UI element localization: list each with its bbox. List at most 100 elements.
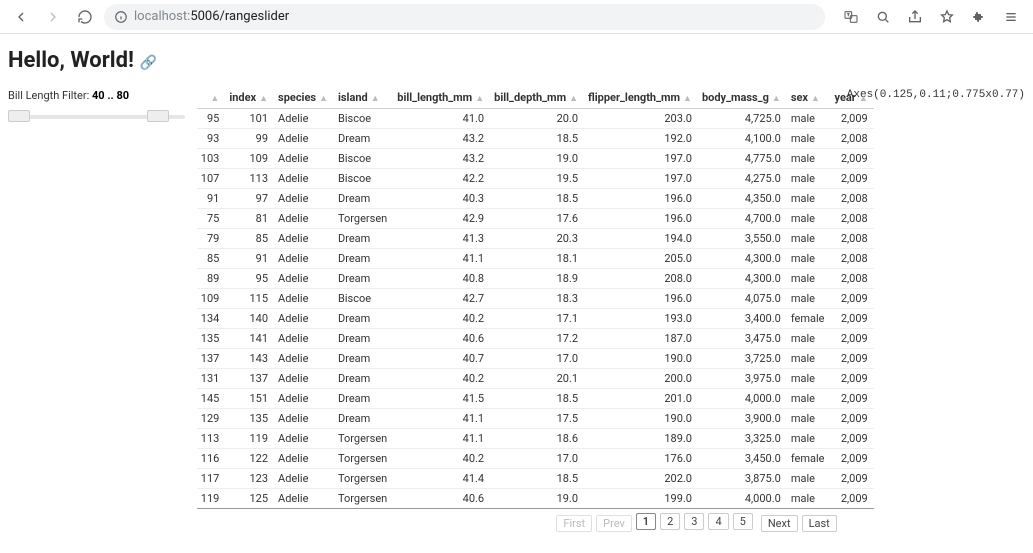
cell-rownum: 131 <box>197 369 226 389</box>
reload-button[interactable] <box>72 4 98 30</box>
cell-index: 113 <box>225 169 274 189</box>
pager-last[interactable]: Last <box>802 515 837 532</box>
column-header-rownum[interactable]: ▲ <box>197 87 226 109</box>
url-bar[interactable]: localhost:5006/rangeslider <box>104 4 825 30</box>
table-row[interactable]: 103109AdelieBiscoe43.219.0197.04,775.0ma… <box>197 149 874 169</box>
column-header-island[interactable]: island▲ <box>334 87 393 109</box>
cell-rownum: 93 <box>197 129 226 149</box>
cell-bill_depth_mm: 19.0 <box>490 149 584 169</box>
cell-bill_length_mm: 41.4 <box>393 469 490 489</box>
range-slider[interactable] <box>8 108 187 126</box>
pager-page-5[interactable]: 5 <box>733 513 753 530</box>
cell-species: Adelie <box>274 169 334 189</box>
table-row[interactable]: 145151AdelieDream41.518.5201.04,000.0mal… <box>197 389 874 409</box>
translate-icon[interactable] <box>837 4 865 30</box>
cell-year: 2,009 <box>830 389 873 409</box>
column-header-body_mass_g[interactable]: body_mass_g▲ <box>698 87 787 109</box>
table-row[interactable]: 135141AdelieDream40.617.2187.03,475.0mal… <box>197 329 874 349</box>
table-row[interactable]: 131137AdelieDream40.220.1200.03,975.0mal… <box>197 369 874 389</box>
cell-year: 2,009 <box>830 329 873 349</box>
cell-species: Adelie <box>274 309 334 329</box>
cell-species: Adelie <box>274 469 334 489</box>
table-row[interactable]: 113119AdelieTorgersen41.118.6189.03,325.… <box>197 429 874 449</box>
table-row[interactable]: 134140AdelieDream40.217.1193.03,400.0fem… <box>197 309 874 329</box>
range-slider-handle-low[interactable] <box>8 110 30 122</box>
pager-prev[interactable]: Prev <box>596 515 632 532</box>
column-header-flipper_length_mm[interactable]: flipper_length_mm▲ <box>584 87 698 109</box>
cell-bill_length_mm: 42.9 <box>393 209 490 229</box>
forward-button[interactable] <box>40 4 66 30</box>
pager-page-1[interactable]: 1 <box>636 513 656 530</box>
cell-bill_depth_mm: 20.3 <box>490 229 584 249</box>
zoom-icon[interactable] <box>869 4 897 30</box>
cell-species: Adelie <box>274 269 334 289</box>
column-header-species[interactable]: species▲ <box>274 87 334 109</box>
table-row[interactable]: 137143AdelieDream40.717.0190.03,725.0mal… <box>197 349 874 369</box>
cell-index: 137 <box>225 369 274 389</box>
pager-page-2[interactable]: 2 <box>660 513 680 530</box>
cell-index: 122 <box>225 449 274 469</box>
pager-next[interactable]: Next <box>761 515 798 532</box>
cell-bill_depth_mm: 18.5 <box>490 129 584 149</box>
pager-first[interactable]: First <box>556 515 592 532</box>
bookmark-star-icon[interactable] <box>933 4 961 30</box>
table-row[interactable]: 107113AdelieBiscoe42.219.5197.04,275.0ma… <box>197 169 874 189</box>
cell-flipper_length_mm: 201.0 <box>584 389 698 409</box>
table-row[interactable]: 116122AdelieTorgersen40.217.0176.03,450.… <box>197 449 874 469</box>
cell-bill_length_mm: 40.6 <box>393 329 490 349</box>
cell-body_mass_g: 3,475.0 <box>698 329 787 349</box>
column-header-bill_length_mm[interactable]: bill_length_mm▲ <box>393 87 490 109</box>
table-row[interactable]: 129135AdelieDream41.117.5190.03,900.0mal… <box>197 409 874 429</box>
cell-year: 2,009 <box>830 109 873 129</box>
table-row[interactable]: 117123AdelieTorgersen41.418.5202.03,875.… <box>197 469 874 489</box>
share-icon[interactable] <box>901 4 929 30</box>
cell-sex: male <box>787 209 831 229</box>
range-slider-handle-high[interactable] <box>147 110 169 122</box>
cell-year: 2,009 <box>830 489 873 509</box>
column-header-year[interactable]: year▲ <box>830 87 873 109</box>
extensions-icon[interactable] <box>965 4 993 30</box>
cell-body_mass_g: 3,325.0 <box>698 429 787 449</box>
cell-sex: male <box>787 229 831 249</box>
cell-sex: male <box>787 189 831 209</box>
menu-icon[interactable] <box>997 4 1025 30</box>
browser-toolbar: localhost:5006/rangeslider <box>0 0 1033 34</box>
table-row[interactable]: 8591AdelieDream41.118.1205.04,300.0male2… <box>197 249 874 269</box>
cell-year: 2,009 <box>830 469 873 489</box>
permalink-icon[interactable]: 🔗 <box>140 55 157 71</box>
cell-sex: male <box>787 329 831 349</box>
table-row[interactable]: 8995AdelieDream40.818.9208.04,300.0male2… <box>197 269 874 289</box>
cell-island: Dream <box>334 249 393 269</box>
column-header-sex[interactable]: sex▲ <box>787 87 831 109</box>
column-header-bill_depth_mm[interactable]: bill_depth_mm▲ <box>490 87 584 109</box>
cell-species: Adelie <box>274 349 334 369</box>
cell-bill_depth_mm: 18.1 <box>490 249 584 269</box>
cell-species: Adelie <box>274 409 334 429</box>
table-row[interactable]: 9399AdelieDream43.218.5192.04,100.0male2… <box>197 129 874 149</box>
cell-body_mass_g: 3,450.0 <box>698 449 787 469</box>
cell-year: 2,009 <box>830 169 873 189</box>
cell-species: Adelie <box>274 449 334 469</box>
cell-rownum: 137 <box>197 349 226 369</box>
cell-rownum: 113 <box>197 429 226 449</box>
pager-page-4[interactable]: 4 <box>708 513 728 530</box>
cell-year: 2,009 <box>830 309 873 329</box>
cell-flipper_length_mm: 187.0 <box>584 329 698 349</box>
column-header-index[interactable]: index▲ <box>225 87 274 109</box>
table-row[interactable]: 95101AdelieBiscoe41.020.0203.04,725.0mal… <box>197 109 874 129</box>
table-row[interactable]: 7985AdelieDream41.320.3194.03,550.0male2… <box>197 229 874 249</box>
cell-island: Dream <box>334 129 393 149</box>
cell-island: Biscoe <box>334 109 393 129</box>
pager-page-3[interactable]: 3 <box>684 513 704 530</box>
range-slider-panel: Bill Length Filter: 40 .. 80 <box>8 87 187 126</box>
cell-bill_length_mm: 40.6 <box>393 489 490 509</box>
table-row[interactable]: 9197AdelieDream40.318.5196.04,350.0male2… <box>197 189 874 209</box>
cell-bill_depth_mm: 19.0 <box>490 489 584 509</box>
table-row[interactable]: 109115AdelieBiscoe42.718.3196.04,075.0ma… <box>197 289 874 309</box>
back-button[interactable] <box>8 4 34 30</box>
cell-bill_depth_mm: 17.2 <box>490 329 584 349</box>
table-row[interactable]: 7581AdelieTorgersen42.917.6196.04,700.0m… <box>197 209 874 229</box>
table-row[interactable]: 119125AdelieTorgersen40.619.0199.04,000.… <box>197 489 874 509</box>
cell-body_mass_g: 4,725.0 <box>698 109 787 129</box>
cell-flipper_length_mm: 196.0 <box>584 209 698 229</box>
